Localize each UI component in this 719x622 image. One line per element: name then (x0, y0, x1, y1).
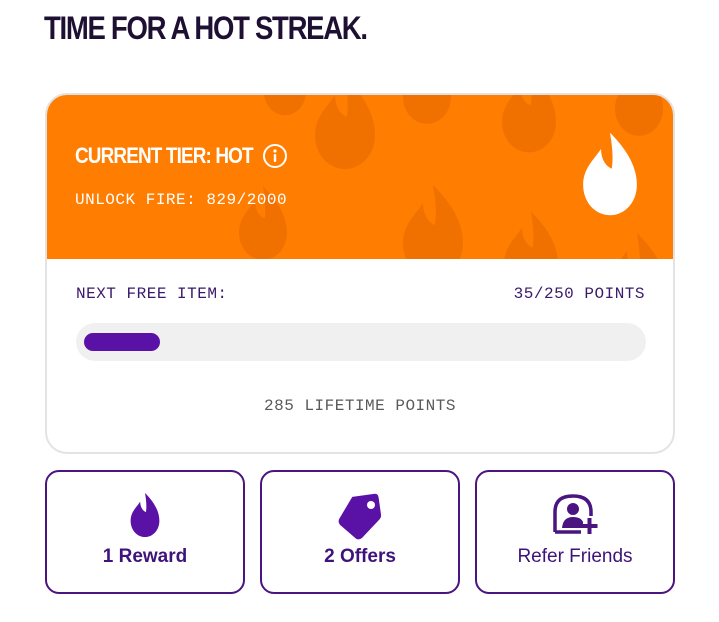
next-free-item-label: NEXT FREE ITEM: (76, 285, 228, 303)
tag-icon (338, 493, 382, 540)
points-progress-section: NEXT FREE ITEM: 35/250 POINTS 285 LIFETI… (47, 259, 673, 452)
rewards-button[interactable]: 1 Reward (45, 470, 245, 594)
refer-friends-button-label: Refer Friends (517, 546, 633, 567)
offers-button[interactable]: 2 Offers (260, 470, 460, 594)
progress-bar (76, 323, 646, 361)
page-title: TIME FOR A HOT STREAK. (44, 10, 368, 46)
lifetime-points: 285 LIFETIME POINTS (264, 397, 456, 415)
rewards-card: CURRENT TIER: HOT UNLOCK FIRE: 829/2000 … (45, 93, 675, 454)
flame-icon (583, 132, 637, 216)
refer-friends-button[interactable]: Refer Friends (475, 470, 675, 594)
tier-banner: CURRENT TIER: HOT UNLOCK FIRE: 829/2000 (47, 95, 673, 259)
points-count: 35/250 POINTS (513, 285, 645, 303)
info-icon[interactable] (262, 143, 288, 169)
add-friend-icon (553, 494, 598, 534)
flame-icon (130, 492, 160, 538)
offers-button-label: 2 Offers (324, 546, 396, 567)
unlock-progress-text: UNLOCK FIRE: 829/2000 (75, 191, 288, 209)
tier-title: CURRENT TIER: HOT (75, 143, 254, 168)
rewards-button-label: 1 Reward (102, 546, 188, 567)
progress-bar-fill (84, 333, 160, 351)
